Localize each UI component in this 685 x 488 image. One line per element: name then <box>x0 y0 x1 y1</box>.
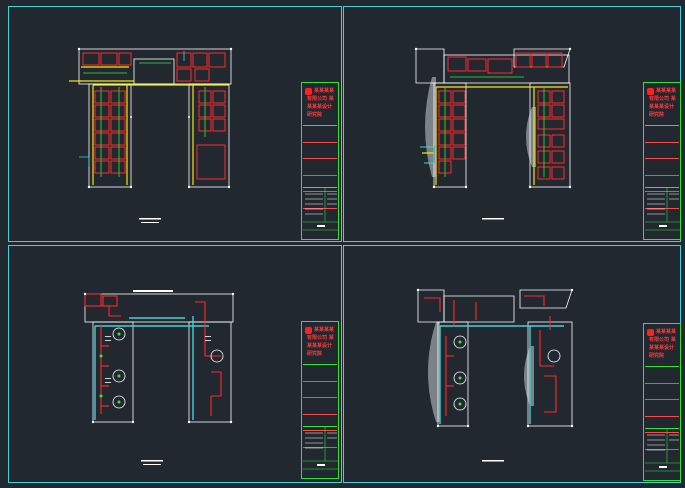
floor-plan-drawing <box>69 47 233 223</box>
title-block: 某某某某有限公司 某某某某设计研究院 <box>301 321 339 479</box>
company-name: 某某某某有限公司 某某某某设计研究院 <box>307 88 335 118</box>
title-block: 某某某某有限公司 某某某某设计研究院 <box>643 323 681 481</box>
company-name: 某某某某有限公司 某某某某设计研究院 <box>307 327 335 357</box>
title-block-header: 某某某某有限公司 某某某某设计研究院 <box>303 323 337 365</box>
title-block-lower <box>645 187 681 238</box>
company-name: 某某某某有限公司 某某某某设计研究院 <box>649 88 677 118</box>
company-name: 某某某某有限公司 某某某某设计研究院 <box>649 329 677 359</box>
title-block-header: 某某某某有限公司 某某某某设计研究院 <box>303 84 337 126</box>
floor-plan-drawing <box>414 47 572 220</box>
title-block-header: 某某某某有限公司 某某某某设计研究院 <box>645 325 679 367</box>
title-block: 某某某某有限公司 某某某某设计研究院 <box>301 82 339 240</box>
floor-plan-drawing <box>83 290 235 465</box>
title-block-lower <box>303 426 339 477</box>
title-block-header: 某某某某有限公司 某某某某设计研究院 <box>645 84 679 126</box>
drawing-sheet-bottom-left[interactable]: 某某某某有限公司 某某某某设计研究院 <box>8 245 342 483</box>
title-block: 某某某某有限公司 某某某某设计研究院 <box>643 82 681 240</box>
drawing-sheet-bottom-right[interactable]: 某某某某有限公司 某某某某设计研究院 <box>343 245 681 483</box>
floor-plan-drawing <box>416 288 574 462</box>
drawing-sheet-top-left[interactable]: 某某某某有限公司 某某某某设计研究院 <box>8 6 342 242</box>
title-block-lower <box>645 428 681 479</box>
title-block-lower <box>303 187 339 238</box>
drawing-sheet-top-right[interactable]: 某某某某有限公司 某某某某设计研究院 <box>343 6 681 242</box>
